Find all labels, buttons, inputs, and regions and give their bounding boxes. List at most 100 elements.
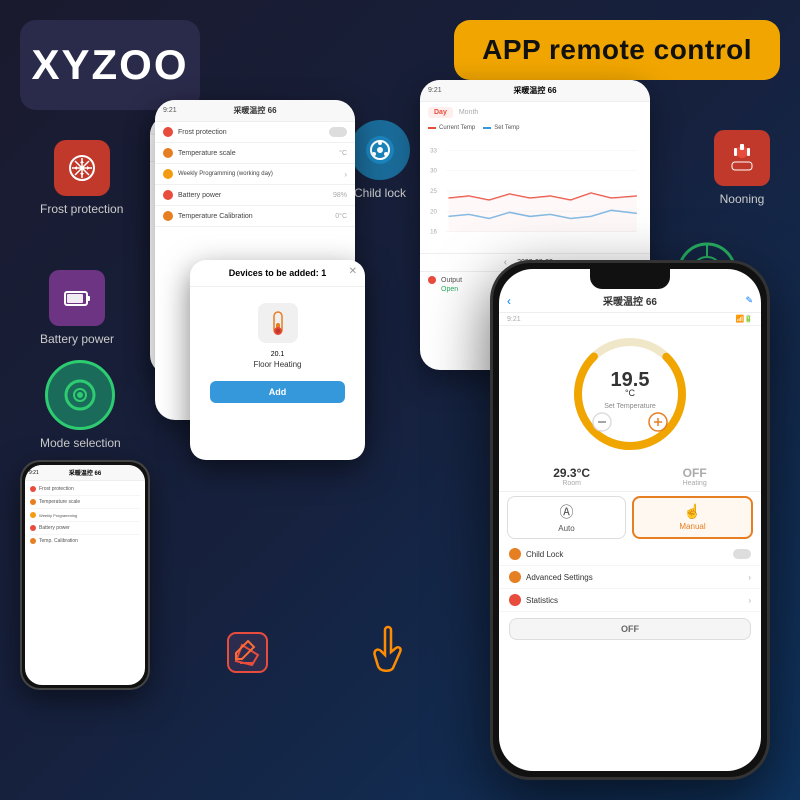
small-header: 9:21 采暖温控 66 (25, 465, 145, 481)
logo-text: XYZOO (31, 41, 188, 89)
temp-scale-left: Temperature scale (163, 148, 236, 158)
settings-row-temp-scale: Temperature scale °C (155, 143, 355, 164)
small-title: 采暖温控 66 (69, 468, 101, 477)
child-lock-icon (350, 120, 410, 180)
advanced-settings-left: Advanced Settings (509, 571, 593, 583)
dialog-content: 20.1 Floor Heating Add (190, 287, 365, 411)
statistics-left: Statistics (509, 594, 558, 606)
current-temp-dot (428, 127, 436, 129)
small-row-3-label: Weekly Programming (39, 513, 77, 518)
heating-status: OFF (683, 466, 707, 480)
small-row-3-icon (30, 512, 36, 518)
svg-text:33: 33 (430, 147, 437, 154)
feature-nooning: Nooning (714, 130, 770, 206)
off-button[interactable]: OFF (509, 618, 751, 640)
status-bar: 9:21 📶🔋 (499, 313, 761, 326)
feature-battery: Battery power (40, 270, 114, 346)
output-dot (428, 276, 436, 284)
auto-button[interactable]: Ⓐ Auto (507, 496, 626, 539)
app-main-header: ‹ 采暖温控 66 ✎ (499, 289, 761, 313)
edit-button[interactable]: ✎ (745, 295, 753, 306)
small-row-5-icon (30, 538, 36, 544)
feature-mode-selection: Mode selection (40, 360, 121, 450)
room-temp-value: 29.3°C (553, 466, 590, 480)
room-temp-display: 29.3°C Room (553, 466, 590, 487)
device-icon (258, 303, 298, 343)
statistics-row-icon (509, 594, 521, 606)
frost-toggle[interactable] (329, 127, 347, 137)
month-tab[interactable]: Month (459, 109, 478, 116)
advanced-settings-row[interactable]: Advanced Settings › (499, 566, 761, 589)
child-lock-row-label: Child Lock (526, 550, 563, 559)
temp-scale-icon (163, 148, 173, 158)
small-row-4-label: Battery power (39, 525, 70, 531)
settings-row-calibration: Temperature Calibration 0°C (155, 206, 355, 227)
temp-gauge: 19.5 °C Set Temperature (570, 334, 690, 454)
calib-icon (163, 211, 173, 221)
svg-text:20: 20 (430, 208, 437, 215)
mode-icon (45, 360, 115, 430)
battery-value: 98% (333, 192, 347, 199)
statistics-row[interactable]: Statistics › (499, 589, 761, 612)
frost-icon (54, 140, 110, 196)
back-button[interactable]: ‹ (507, 294, 511, 308)
small-row-1-label: Frost protection (39, 486, 74, 492)
small-row-5: Temp. Calibration (30, 535, 140, 547)
small-row-3: Weekly Programming (30, 509, 140, 522)
svg-text:25: 25 (430, 188, 437, 195)
chart-area: 33 30 25 20 16 (420, 133, 650, 253)
manual-label: Manual (639, 522, 746, 531)
heating-display: OFF Heating (683, 466, 707, 487)
manual-icon: ☝ (639, 503, 746, 520)
dialog-title: Devices to be added: 1 (198, 268, 357, 278)
temp-scale-value: °C (339, 150, 347, 157)
settings-header: 9:21 采暖温控 66 (155, 100, 355, 122)
small-row-4-icon (30, 525, 36, 531)
touch-svg (360, 620, 420, 680)
advanced-settings-icon (509, 571, 521, 583)
weekly-arrow: › (344, 170, 347, 179)
calib-left: Temperature Calibration (163, 211, 253, 221)
output-label: Output (441, 277, 462, 284)
device-icon-svg (264, 309, 292, 337)
small-row-2-label: Temperature scale (39, 499, 80, 505)
small-phone: 9:21 采暖温控 66 Frost protection Temperatur… (20, 460, 150, 690)
feature-child-lock: Child lock (350, 120, 410, 200)
chart-legend: Current Temp Set Temp (420, 123, 650, 133)
small-time: 9:21 (29, 470, 39, 476)
calib-label: Temperature Calibration (178, 213, 253, 220)
nooning-svg (724, 140, 760, 176)
mode-svg (60, 375, 100, 415)
dialog-header: Devices to be added: 1 ✕ (190, 260, 365, 287)
battery-label: Battery power (40, 332, 114, 346)
device-value: 20.1 (271, 351, 285, 358)
settings-row-frost: Frost protection (155, 122, 355, 143)
temp-status-row: 29.3°C Room OFF Heating (499, 462, 761, 492)
weekly-left: Weekly Programming (working day) (163, 169, 273, 179)
add-button[interactable]: Add (210, 381, 345, 403)
settings-row-weekly: Weekly Programming (working day) › (155, 164, 355, 185)
svg-text:Set Temperature: Set Temperature (604, 403, 656, 410)
frost-setting-icon (163, 127, 173, 137)
child-lock-svg (363, 133, 397, 167)
device-name: Floor Heating (253, 360, 301, 369)
frost-svg (67, 153, 97, 183)
small-row-1: Frost protection (30, 483, 140, 496)
auto-icon: Ⓐ (513, 502, 620, 522)
child-lock-toggle[interactable] (733, 549, 751, 559)
auto-label: Auto (513, 524, 620, 533)
phone-body: ‹ 采暖温控 66 ✎ 9:21 📶🔋 (490, 260, 770, 780)
day-tab[interactable]: Day (428, 107, 453, 118)
battery-label-setting: Battery power (178, 192, 221, 199)
small-row-2-icon (30, 499, 36, 505)
chart-tabs: Day Month (420, 102, 650, 123)
chart-header: 9:21 采暖温控 66 (420, 80, 650, 102)
edit-decoration (220, 625, 275, 680)
touch-decoration (360, 620, 420, 680)
frost-label: Frost protection (40, 202, 123, 216)
manual-button[interactable]: ☝ Manual (632, 496, 753, 539)
dialog-close-button[interactable]: ✕ (349, 266, 357, 277)
battery-svg (61, 282, 93, 314)
status-icons: 📶🔋 (736, 315, 753, 323)
mode-label: Mode selection (40, 436, 121, 450)
